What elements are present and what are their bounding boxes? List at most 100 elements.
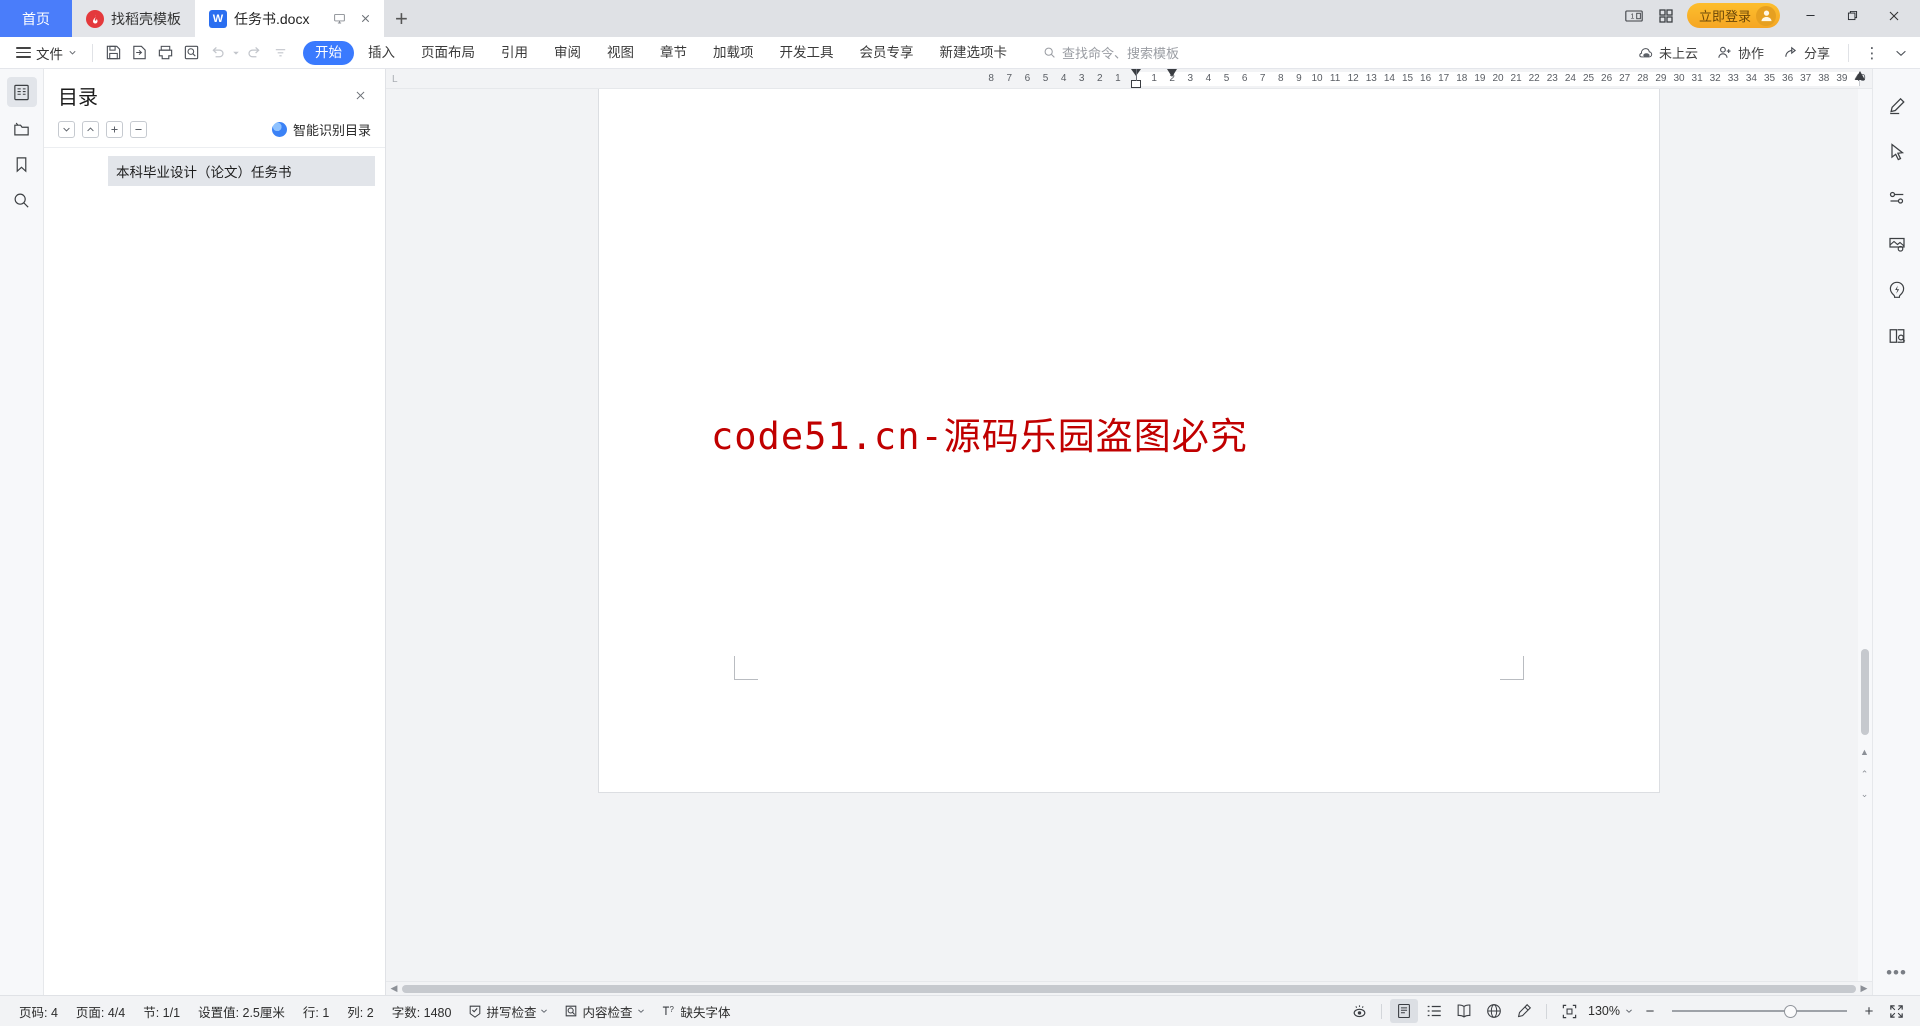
- vertical-scrollbar[interactable]: ▲ ⌃ ⌄: [1858, 89, 1872, 981]
- sidebar-item-folder[interactable]: [7, 113, 37, 143]
- tab-document-renwushu[interactable]: W 任务书.docx: [195, 0, 385, 37]
- tab-member-exclusive[interactable]: 会员专享: [848, 41, 926, 65]
- highlight-view-button[interactable]: [1510, 999, 1538, 1023]
- nav-pane-toolbar: 智能识别目录: [44, 116, 385, 147]
- tab-start[interactable]: 开始: [303, 40, 354, 65]
- page-view-button[interactable]: [1390, 999, 1419, 1023]
- horizontal-scrollbar[interactable]: ◀ ▶: [386, 981, 1872, 995]
- horizontal-scroll-thumb[interactable]: [402, 984, 1856, 993]
- outline-view-button[interactable]: [1420, 999, 1448, 1023]
- fullscreen-icon[interactable]: [1882, 999, 1910, 1023]
- save-icon[interactable]: [100, 40, 126, 66]
- tab-page-layout[interactable]: 页面布局: [409, 41, 487, 65]
- divider: [1546, 1003, 1548, 1019]
- search-input[interactable]: 查找命令、搜索模板: [1037, 41, 1185, 65]
- zoom-dropdown-icon[interactable]: [1625, 1007, 1637, 1015]
- web-view-button[interactable]: [1480, 999, 1508, 1023]
- maximize-button[interactable]: [1832, 0, 1872, 31]
- tab-home[interactable]: 首页: [0, 0, 72, 37]
- horizontal-ruler[interactable]: L 8 7 6 5 4 3 2 1 1 2 3 4 5 6 7 8 9 10 11 12 13 14 15 16 17 18 19 2…: [386, 69, 1872, 89]
- expand-down-button[interactable]: [58, 121, 75, 138]
- fit-page-icon[interactable]: [1555, 999, 1583, 1023]
- sidebar-item-bookmark[interactable]: [7, 149, 37, 179]
- ruler-tick: 27: [1619, 73, 1631, 84]
- share-button[interactable]: 分享: [1775, 40, 1838, 65]
- scroll-page-up-button[interactable]: ⌃: [1860, 769, 1869, 780]
- minimize-button[interactable]: [1790, 0, 1830, 31]
- zoom-level-label[interactable]: 130%: [1585, 1004, 1623, 1018]
- hanging-indent-marker[interactable]: [1167, 69, 1178, 77]
- tab-view[interactable]: 视图: [595, 41, 646, 65]
- ruler-tick: 14: [1383, 73, 1395, 84]
- file-menu-button[interactable]: 文件: [8, 40, 85, 66]
- smart-toc-label: 智能识别目录: [292, 123, 371, 138]
- vertical-scroll-thumb[interactable]: [1861, 649, 1869, 735]
- level-minus-button[interactable]: [130, 121, 147, 138]
- undo-dropdown-icon[interactable]: [230, 40, 241, 66]
- single-window-icon[interactable]: 1: [1619, 3, 1649, 29]
- apps-grid-icon[interactable]: [1651, 3, 1681, 29]
- scroll-right-button[interactable]: ▶: [1856, 983, 1872, 994]
- save-as-icon[interactable]: [126, 40, 152, 66]
- spell-check-button[interactable]: 拼写检查: [460, 1000, 556, 1022]
- document-canvas[interactable]: code51.cn-源码乐园盗图必究 ▲ ⌃ ⌄: [386, 89, 1872, 981]
- focus-eye-icon[interactable]: [1345, 999, 1373, 1023]
- sidebar-item-outline[interactable]: [6, 77, 37, 107]
- print-icon[interactable]: [152, 40, 178, 66]
- zoom-in-button[interactable]: +: [1858, 1000, 1880, 1022]
- content-check-button[interactable]: 内容检查: [556, 1000, 652, 1022]
- reading-book-icon[interactable]: [1882, 321, 1912, 351]
- tab-references[interactable]: 引用: [489, 41, 540, 65]
- right-icon-rail: •••: [1872, 69, 1920, 995]
- scroll-up-button[interactable]: ▲: [1860, 747, 1869, 757]
- close-window-button[interactable]: [1874, 0, 1914, 31]
- right-indent-marker[interactable]: [1855, 71, 1865, 80]
- tab-preview-icon[interactable]: [328, 8, 350, 30]
- image-insert-icon[interactable]: [1882, 229, 1912, 259]
- sidebar-item-search[interactable]: [7, 185, 37, 215]
- ruler-tick: 20: [1492, 73, 1504, 84]
- left-indent-marker[interactable]: [1131, 80, 1141, 88]
- status-bar-right: 130% − +: [1345, 999, 1910, 1023]
- ai-lightning-icon[interactable]: [1882, 275, 1912, 305]
- zoom-out-button[interactable]: −: [1639, 1000, 1661, 1022]
- new-tab-button[interactable]: +: [384, 0, 419, 37]
- document-page[interactable]: code51.cn-源码乐园盗图必究: [599, 89, 1659, 792]
- print-preview-icon[interactable]: [178, 40, 204, 66]
- tab-section[interactable]: 章节: [648, 41, 699, 65]
- missing-font-button[interactable]: ? 缺失字体: [653, 1000, 739, 1022]
- tab-addins[interactable]: 加载项: [701, 41, 766, 65]
- zoom-slider[interactable]: [1672, 1004, 1847, 1018]
- scroll-left-button[interactable]: ◀: [386, 983, 402, 994]
- cloud-icon: [1638, 46, 1654, 60]
- cursor-select-icon[interactable]: [1882, 137, 1912, 167]
- tab-insert[interactable]: 插入: [356, 41, 407, 65]
- avatar: [1756, 5, 1776, 26]
- collapse-ribbon-icon[interactable]: [1888, 40, 1914, 66]
- reading-view-button[interactable]: [1450, 999, 1478, 1023]
- scroll-page-down-button[interactable]: ⌄: [1860, 789, 1869, 800]
- tab-new-tab[interactable]: 新建选项卡: [928, 41, 1020, 65]
- pen-edit-icon[interactable]: [1882, 91, 1912, 121]
- right-rail-more-button[interactable]: •••: [1886, 963, 1907, 983]
- redo-icon[interactable]: [241, 40, 267, 66]
- smart-toc-button[interactable]: 智能识别目录: [271, 120, 371, 139]
- login-button[interactable]: 立即登录: [1686, 3, 1780, 28]
- tab-review[interactable]: 审阅: [542, 41, 593, 65]
- collapse-up-button[interactable]: [82, 121, 99, 138]
- tab-developer-tools[interactable]: 开发工具: [768, 41, 846, 65]
- collaborate-button[interactable]: 协作: [1709, 40, 1772, 65]
- tab-close-icon[interactable]: [354, 8, 376, 30]
- settings-sliders-icon[interactable]: [1882, 183, 1912, 213]
- main-area: 目录 智能识别目录 本科毕业设计（论文）任务书 L 8 7 6 5 4 3 2 …: [0, 69, 1920, 995]
- tab-docer-template[interactable]: 找稻壳模板: [72, 0, 195, 37]
- level-plus-button[interactable]: [106, 121, 123, 138]
- cloud-status-button[interactable]: 未上云: [1630, 40, 1706, 65]
- toc-item[interactable]: 本科毕业设计（论文）任务书: [108, 156, 375, 186]
- status-setting-value: 设置值: 2.5厘米: [198, 1005, 285, 1020]
- undo-icon[interactable]: [204, 40, 230, 66]
- zoom-slider-knob[interactable]: [1784, 1004, 1797, 1018]
- close-nav-pane-button[interactable]: [349, 85, 371, 107]
- more-options-icon[interactable]: ⋮: [1859, 40, 1885, 66]
- customize-icon[interactable]: [267, 40, 293, 66]
